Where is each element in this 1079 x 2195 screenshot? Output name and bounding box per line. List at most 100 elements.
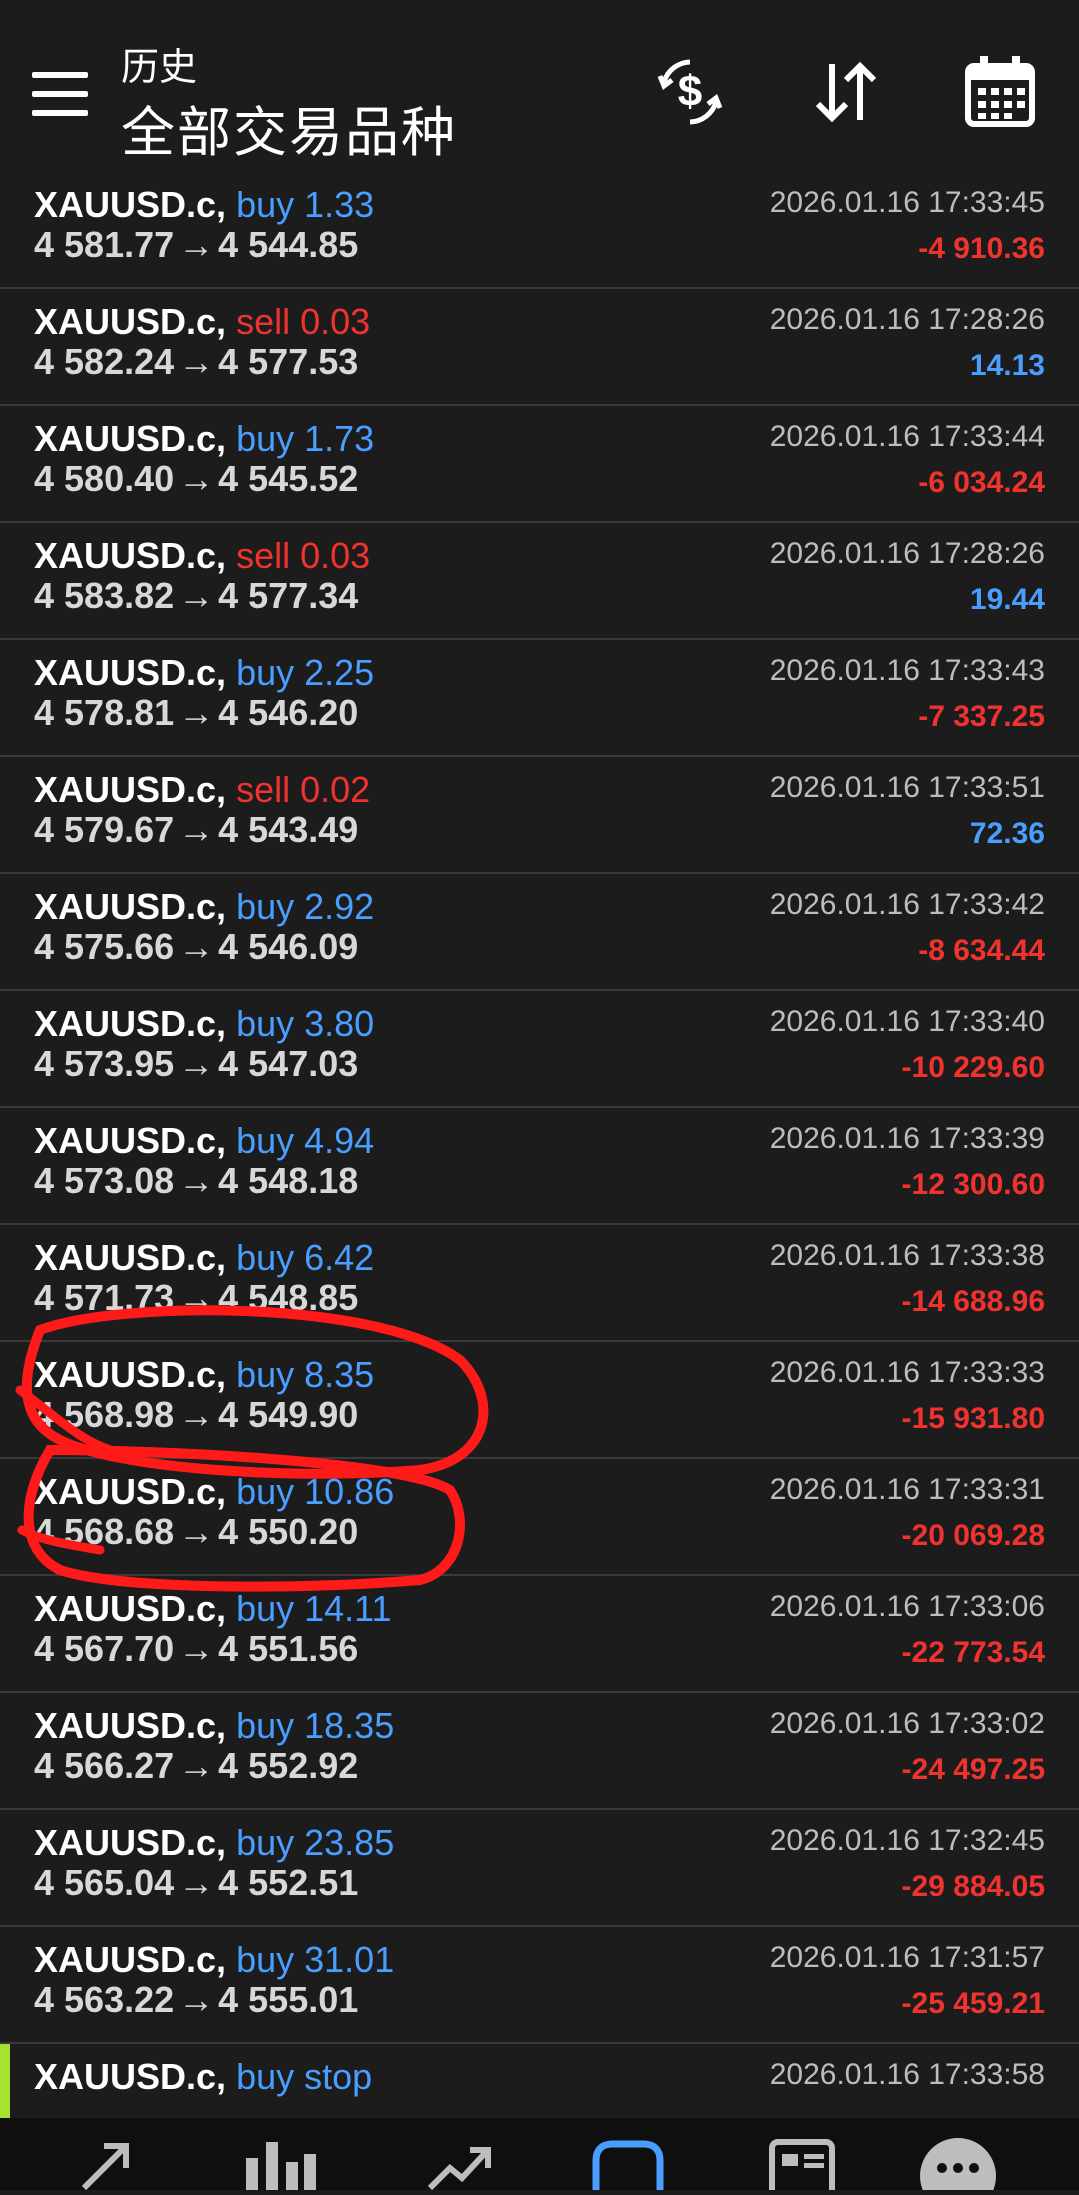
- trade-time: 2026.01.16 17:33:31: [769, 1473, 1045, 1506]
- trade-row[interactable]: XAUUSD.c, buy 10.86 4 568.68 → 4 550.20 2026…: [0, 1459, 1079, 1576]
- trade-prices: 4 581.77 → 4 544.85: [34, 224, 358, 266]
- trade-prices: 4 566.27 → 4 552.92: [34, 1745, 358, 1787]
- trade-volume: 6.42: [304, 1237, 375, 1278]
- trade-side: sell: [236, 535, 291, 576]
- open-price: 4 568.68: [34, 1511, 175, 1552]
- calendar-icon[interactable]: [960, 52, 1040, 132]
- open-price: 4 573.95: [34, 1043, 175, 1084]
- open-price: 4 563.22: [34, 1979, 175, 2020]
- open-price: 4 578.81: [34, 692, 175, 733]
- close-price: 4 548.85: [218, 1277, 359, 1318]
- close-price: 4 550.20: [218, 1511, 359, 1552]
- open-price: 4 565.04: [34, 1862, 175, 1903]
- trade-row[interactable]: XAUUSD.c, buy 23.85 4 565.04 → 4 552.51 2026…: [0, 1810, 1079, 1927]
- trade-profit: -24 497.25: [901, 1753, 1045, 1786]
- trade-prices: 4 567.70 → 4 551.56: [34, 1628, 358, 1670]
- trade-prices: 4 568.68 → 4 550.20: [34, 1511, 358, 1553]
- arrow-right-icon: →: [178, 1160, 215, 1201]
- arrow-right-icon: →: [178, 809, 215, 850]
- trade-profit: -12 300.60: [901, 1168, 1045, 1201]
- news-icon[interactable]: [762, 2132, 842, 2195]
- arrow-right-icon: →: [178, 1511, 215, 1552]
- trade-row[interactable]: XAUUSD.c, buy 1.73 4 580.40 → 4 545.52 2026.…: [0, 406, 1079, 523]
- trade-prices: 4 571.73 → 4 548.85: [34, 1277, 358, 1319]
- trade-row[interactable]: XAUUSD.c, buy 2.25 4 578.81 → 4 546.20 2026.…: [0, 640, 1079, 757]
- trade-profit: -8 634.44: [918, 934, 1045, 967]
- svg-text:$: $: [678, 67, 702, 116]
- sort-arrows-icon[interactable]: [806, 52, 886, 132]
- trade-prices: 4 573.08 → 4 548.18: [34, 1160, 358, 1202]
- close-price: 4 551.56: [218, 1628, 359, 1669]
- trade-prices: 4 583.82 → 4 577.34: [34, 575, 358, 617]
- trade-side: buy: [236, 184, 295, 225]
- trade-profit: -25 459.21: [901, 1987, 1045, 2020]
- trade-time: 2026.01.16 17:28:26: [769, 303, 1045, 336]
- trade-time: 2026.01.16 17:33:06: [769, 1590, 1045, 1623]
- symbol-text: XAUUSD.c,: [34, 769, 227, 810]
- quotes-icon[interactable]: [70, 2132, 150, 2191]
- trade-volume: 2.92: [304, 886, 375, 927]
- close-price: 4 543.49: [218, 809, 359, 850]
- open-price: 4 580.40: [34, 458, 175, 499]
- close-price: 4 546.20: [218, 692, 359, 733]
- page-title[interactable]: 全部交易品种: [121, 88, 457, 167]
- trade-symbol: XAUUSD.c, buy 3.80: [34, 1003, 374, 1045]
- trade-row[interactable]: XAUUSD.c, sell 0.02 4 579.67 → 4 543.49 2026…: [0, 757, 1079, 874]
- chart-icon[interactable]: [240, 2132, 320, 2190]
- trade-profit: -22 773.54: [901, 1636, 1045, 1669]
- trade-volume: 1.33: [304, 184, 375, 225]
- trade-time: 2026.01.16 17:33:42: [769, 888, 1045, 921]
- trade-side: buy: [236, 1588, 295, 1629]
- trade-symbol: XAUUSD.c, buy 18.35: [34, 1705, 394, 1747]
- trade-side: buy: [236, 1120, 295, 1161]
- arrow-right-icon: →: [178, 1862, 215, 1903]
- trade-time: 2026.01.16 17:33:44: [769, 420, 1045, 453]
- close-price: 4 547.03: [218, 1043, 359, 1084]
- trade-row[interactable]: XAUUSD.c, buy 18.35 4 566.27 → 4 552.92 2026…: [0, 1693, 1079, 1810]
- trade-side: buy: [236, 1003, 295, 1044]
- symbol-text: XAUUSD.c,: [34, 1471, 227, 1512]
- trade-row[interactable]: XAUUSD.c, buy 6.42 4 571.73 → 4 548.85 2026.…: [0, 1225, 1079, 1342]
- history-icon[interactable]: [588, 2132, 668, 2190]
- trade-side: buy: [236, 1939, 295, 1980]
- arrow-right-icon: →: [178, 1979, 215, 2020]
- trade-row[interactable]: XAUUSD.c, buy 3.80 4 573.95 → 4 547.03 2026.…: [0, 991, 1079, 1108]
- trade-row[interactable]: XAUUSD.c, buy 8.35 4 568.98 → 4 549.90 2026.…: [0, 1342, 1079, 1459]
- chat-icon[interactable]: [918, 2132, 998, 2195]
- close-price: 4 555.01: [218, 1979, 359, 2020]
- trade-icon[interactable]: [420, 2132, 500, 2191]
- trade-row[interactable]: XAUUSD.c, buy 14.11 4 567.70 → 4 551.56 2026…: [0, 1576, 1079, 1693]
- symbol-text: XAUUSD.c,: [34, 2056, 227, 2097]
- arrow-right-icon: →: [178, 575, 215, 616]
- arrow-right-icon: →: [178, 458, 215, 499]
- trade-symbol: XAUUSD.c, buy 23.85: [34, 1822, 394, 1864]
- trade-row[interactable]: XAUUSD.c, buy 1.33 4 581.77 → 4 544.85 2026.…: [0, 172, 1079, 289]
- arrow-right-icon: →: [178, 692, 215, 733]
- dollar-exchange-icon[interactable]: $: [650, 52, 730, 132]
- open-price: 4 571.73: [34, 1277, 175, 1318]
- hamburger-menu-icon[interactable]: [32, 72, 88, 116]
- trade-prices: 4 580.40 → 4 545.52: [34, 458, 358, 500]
- trade-row[interactable]: XAUUSD.c, buy 31.01 4 563.22 → 4 555.01 2026…: [0, 1927, 1079, 2044]
- open-price: 4 573.08: [34, 1160, 175, 1201]
- trade-symbol: XAUUSD.c, buy 10.86: [34, 1471, 394, 1513]
- trade-time: 2026.01.16 17:28:26: [769, 537, 1045, 570]
- trade-volume: 8.35: [304, 1354, 375, 1395]
- trade-prices: 4 578.81 → 4 546.20: [34, 692, 358, 734]
- trade-prices: 4 582.24 → 4 577.53: [34, 341, 358, 383]
- trade-side: buy: [236, 418, 295, 459]
- close-price: 4 552.51: [218, 1862, 359, 1903]
- trade-time: 2026.01.16 17:33:38: [769, 1239, 1045, 1272]
- open-price: 4 568.98: [34, 1394, 175, 1435]
- trade-row[interactable]: XAUUSD.c, buy 4.94 4 573.08 → 4 548.18 2026.…: [0, 1108, 1079, 1225]
- bottom-navigation: [0, 2118, 1079, 2195]
- trade-side: buy stop: [236, 2056, 373, 2097]
- trade-profit: -4 910.36: [918, 232, 1045, 265]
- trade-time: 2026.01.16 17:33:39: [769, 1122, 1045, 1155]
- trade-row[interactable]: XAUUSD.c, sell 0.03 4 583.82 → 4 577.34 2026…: [0, 523, 1079, 640]
- page-subtitle: 历史: [121, 47, 198, 89]
- symbol-text: XAUUSD.c,: [34, 1822, 227, 1863]
- trade-row[interactable]: XAUUSD.c, buy 2.92 4 575.66 → 4 546.09 2026.…: [0, 874, 1079, 991]
- trade-row[interactable]: XAUUSD.c, sell 0.03 4 582.24 → 4 577.53 2026…: [0, 289, 1079, 406]
- trade-symbol: XAUUSD.c, buy 6.42: [34, 1237, 374, 1279]
